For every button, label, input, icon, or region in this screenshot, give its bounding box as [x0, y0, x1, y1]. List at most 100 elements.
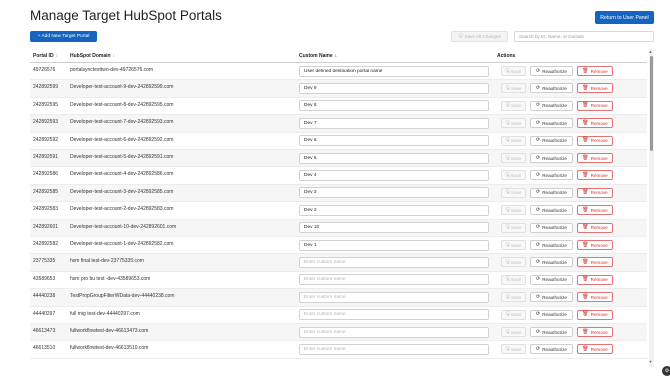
- save-button[interactable]: 🖫 Save: [501, 135, 526, 146]
- reauthorize-button-label: Reauthorize: [542, 312, 567, 318]
- column-header-portal-id[interactable]: Portal ID ↕: [33, 53, 58, 59]
- save-button[interactable]: 🖫 Save: [501, 118, 526, 129]
- reauthorize-button[interactable]: ⟳ Reauthorize: [530, 274, 573, 285]
- save-button[interactable]: 🖫 Save: [501, 170, 526, 181]
- remove-button[interactable]: 🗑 Remove: [577, 257, 613, 268]
- reauthorize-button-label: Reauthorize: [542, 294, 567, 300]
- table-row: 43589653 hsm pro bu test -dev-43589653.c…: [30, 272, 647, 290]
- remove-button[interactable]: 🗑 Remove: [577, 83, 613, 94]
- reauthorize-button[interactable]: ⟳ Reauthorize: [530, 257, 573, 268]
- remove-button[interactable]: 🗑 Remove: [577, 205, 613, 216]
- remove-button-label: Remove: [590, 277, 608, 283]
- remove-button[interactable]: 🗑 Remove: [577, 100, 613, 111]
- remove-button[interactable]: 🗑 Remove: [577, 187, 613, 198]
- reauthorize-button[interactable]: ⟳ Reauthorize: [530, 344, 573, 355]
- custom-name-input[interactable]: [299, 100, 489, 112]
- save-button[interactable]: 🖫 Save: [501, 83, 526, 94]
- reauthorize-button[interactable]: ⟳ Reauthorize: [530, 292, 573, 303]
- save-button[interactable]: 🖫 Save: [501, 327, 526, 337]
- custom-name-input[interactable]: [299, 65, 489, 77]
- scrollbar-thumb[interactable]: [650, 56, 653, 151]
- custom-name-input[interactable]: [299, 343, 489, 355]
- custom-name-input[interactable]: [299, 291, 489, 303]
- table-row: 46613510 fullworkflowtest-dev-46613510.c…: [30, 341, 647, 359]
- save-button[interactable]: 🖫 Save: [501, 274, 526, 285]
- custom-name-input[interactable]: [299, 309, 489, 321]
- return-to-user-panel-button[interactable]: Return to User Panel: [595, 11, 654, 24]
- custom-name-input[interactable]: [299, 82, 489, 94]
- save-button[interactable]: 🖫 Save: [501, 153, 526, 163]
- reauthorize-button[interactable]: ⟳ Reauthorize: [530, 170, 573, 181]
- custom-name-input[interactable]: [299, 222, 489, 234]
- custom-name-input[interactable]: [299, 135, 489, 147]
- custom-name-input[interactable]: [299, 274, 489, 286]
- reauthorize-button[interactable]: ⟳ Reauthorize: [530, 240, 573, 250]
- remove-button[interactable]: 🗑 Remove: [577, 135, 613, 146]
- custom-name-input[interactable]: [299, 326, 489, 338]
- save-icon: 🖫: [505, 293, 510, 300]
- table-row: 242892586 Developer-test-account-4-dev-2…: [30, 167, 647, 185]
- remove-button[interactable]: 🗑 Remove: [577, 118, 613, 129]
- table-header: Portal ID ↕ HubSpot Domain ↕ Custom Name ↓ …: [30, 49, 647, 63]
- scroll-up-icon[interactable]: ▲: [649, 49, 653, 54]
- custom-name-input[interactable]: [299, 169, 489, 181]
- domain-cell: hsm final test-dev-23775335.com: [70, 258, 144, 265]
- reauthorize-button[interactable]: ⟳ Reauthorize: [530, 153, 573, 163]
- remove-button[interactable]: 🗑 Remove: [577, 153, 613, 163]
- reauthorize-button-label: Reauthorize: [542, 277, 567, 283]
- save-all-changes-button[interactable]: 🖫 Save All Changes: [451, 31, 508, 42]
- actions-header-label: Actions: [497, 53, 516, 59]
- reauthorize-button[interactable]: ⟳ Reauthorize: [530, 100, 573, 111]
- custom-name-input[interactable]: [299, 239, 489, 251]
- save-button[interactable]: 🖫 Save: [501, 257, 526, 268]
- search-input[interactable]: [514, 31, 654, 42]
- portal-id-cell: 242892583: [33, 206, 59, 213]
- add-target-portal-button[interactable]: + Add New Target Portal: [30, 31, 97, 42]
- remove-button[interactable]: 🗑 Remove: [577, 344, 613, 355]
- reauthorize-button[interactable]: ⟳ Reauthorize: [530, 309, 573, 320]
- custom-name-input[interactable]: [299, 256, 489, 268]
- save-button[interactable]: 🖫 Save: [501, 66, 526, 76]
- reauthorize-button[interactable]: ⟳ Reauthorize: [530, 66, 573, 76]
- refresh-icon: ⟳: [536, 328, 541, 335]
- column-header-custom-name[interactable]: Custom Name ↓: [299, 53, 337, 59]
- custom-name-input[interactable]: [299, 187, 489, 199]
- reauthorize-button[interactable]: ⟳ Reauthorize: [530, 118, 573, 129]
- settings-fab-icon[interactable]: ⚙: [662, 366, 670, 376]
- reauthorize-button[interactable]: ⟳ Reauthorize: [530, 135, 573, 146]
- custom-name-input[interactable]: [299, 204, 489, 216]
- remove-button[interactable]: 🗑 Remove: [577, 327, 613, 337]
- remove-button[interactable]: 🗑 Remove: [577, 274, 613, 285]
- save-button[interactable]: 🖫 Save: [501, 309, 526, 320]
- remove-button[interactable]: 🗑 Remove: [577, 292, 613, 303]
- custom-name-input[interactable]: [299, 117, 489, 129]
- remove-button[interactable]: 🗑 Remove: [577, 240, 613, 250]
- save-button[interactable]: 🖫 Save: [501, 292, 526, 303]
- reauthorize-button[interactable]: ⟳ Reauthorize: [530, 327, 573, 337]
- trash-icon: 🗑: [582, 137, 589, 144]
- reauthorize-button[interactable]: ⟳ Reauthorize: [530, 205, 573, 216]
- reauthorize-button[interactable]: ⟳ Reauthorize: [530, 187, 573, 198]
- save-button-label: Save: [510, 155, 522, 161]
- remove-button-label: Remove: [590, 242, 608, 248]
- custom-name-input[interactable]: [299, 152, 489, 164]
- save-button[interactable]: 🖫 Save: [501, 240, 526, 250]
- domain-cell: fullworkflowtest-dev-46613510.com: [70, 345, 149, 352]
- column-header-domain[interactable]: HubSpot Domain ↕: [70, 53, 115, 59]
- reauthorize-button[interactable]: ⟳ Reauthorize: [530, 83, 573, 94]
- save-icon: 🖫: [505, 206, 510, 213]
- save-button[interactable]: 🖫 Save: [501, 187, 526, 198]
- save-button[interactable]: 🖫 Save: [501, 222, 526, 233]
- save-button[interactable]: 🖫 Save: [501, 100, 526, 111]
- remove-button[interactable]: 🗑 Remove: [577, 222, 613, 233]
- save-button-label: Save: [510, 329, 522, 335]
- scroll-down-icon[interactable]: ▼: [649, 359, 653, 364]
- remove-button[interactable]: 🗑 Remove: [577, 309, 613, 320]
- save-button[interactable]: 🖫 Save: [501, 344, 526, 355]
- save-button-label: Save: [510, 277, 522, 283]
- save-icon: 🖫: [505, 119, 510, 126]
- reauthorize-button[interactable]: ⟳ Reauthorize: [530, 222, 573, 233]
- remove-button[interactable]: 🗑 Remove: [577, 170, 613, 181]
- save-button[interactable]: 🖫 Save: [501, 205, 526, 216]
- remove-button[interactable]: 🗑 Remove: [577, 66, 613, 76]
